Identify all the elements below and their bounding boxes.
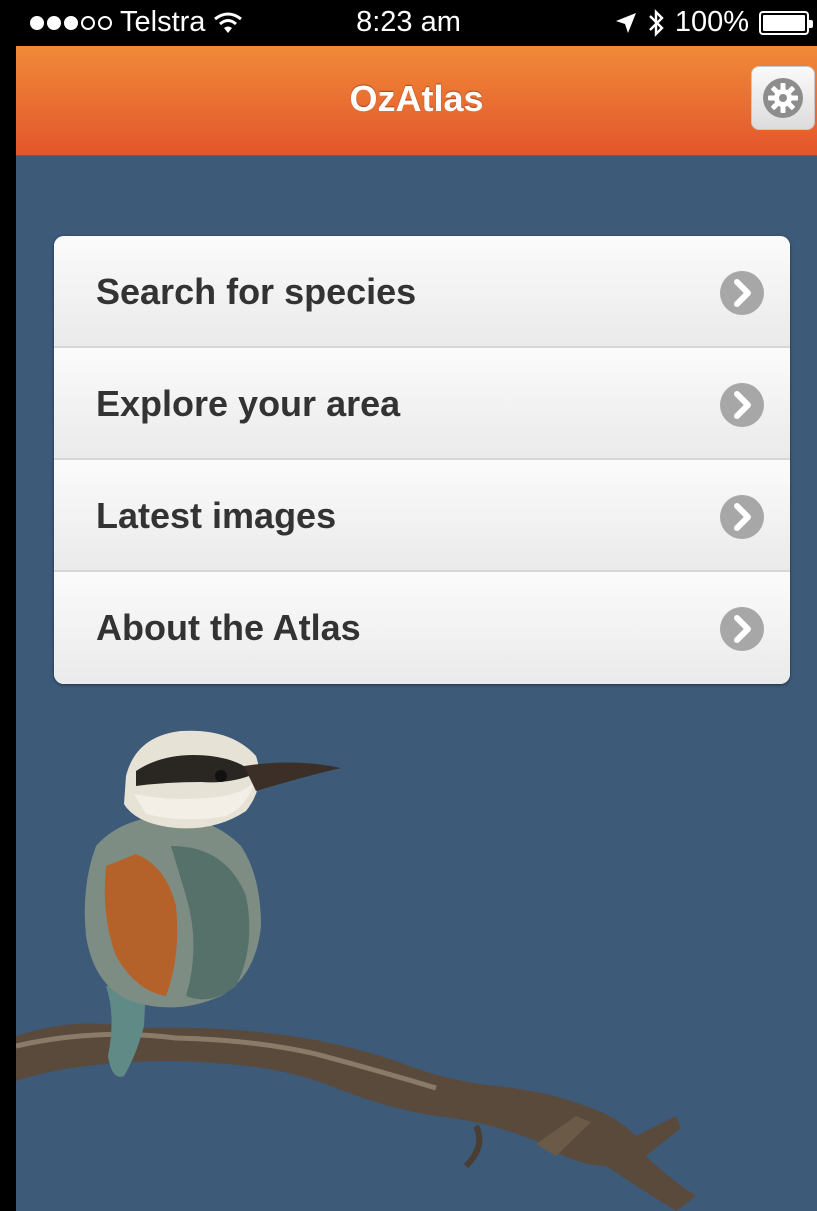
chevron-right-icon: [720, 495, 764, 539]
chevron-right-icon: [720, 607, 764, 651]
menu-item-explore-area[interactable]: Explore your area: [54, 348, 790, 460]
menu-item-label: Search for species: [96, 271, 417, 312]
status-bar: Telstra 8:23 am 100%: [0, 0, 817, 46]
page-title: OzAtlas: [349, 78, 484, 119]
app-screen: OzAtlas Search for species Explore your …: [16, 46, 817, 1211]
location-arrow-icon: [615, 12, 636, 33]
menu-item-search-species[interactable]: Search for species: [54, 236, 790, 348]
bluetooth-icon: [648, 8, 664, 37]
chevron-right-icon: [720, 271, 764, 315]
kingfisher-illustration: [16, 730, 696, 1211]
gear-icon: [763, 78, 803, 118]
menu-item-latest-images[interactable]: Latest images: [54, 460, 790, 572]
chevron-right-icon: [720, 383, 764, 427]
menu-item-about-atlas[interactable]: About the Atlas: [54, 572, 790, 684]
menu-item-label: Explore your area: [96, 383, 401, 424]
menu-item-label: About the Atlas: [96, 607, 361, 648]
menu-item-label: Latest images: [96, 495, 337, 536]
main-menu: Search for species Explore your area Lat…: [54, 236, 790, 684]
battery-icon: [759, 10, 813, 35]
settings-button[interactable]: [751, 66, 815, 130]
status-right: 100%: [615, 6, 813, 39]
nav-bar: OzAtlas: [16, 46, 817, 156]
battery-percent: 100%: [674, 6, 749, 38]
